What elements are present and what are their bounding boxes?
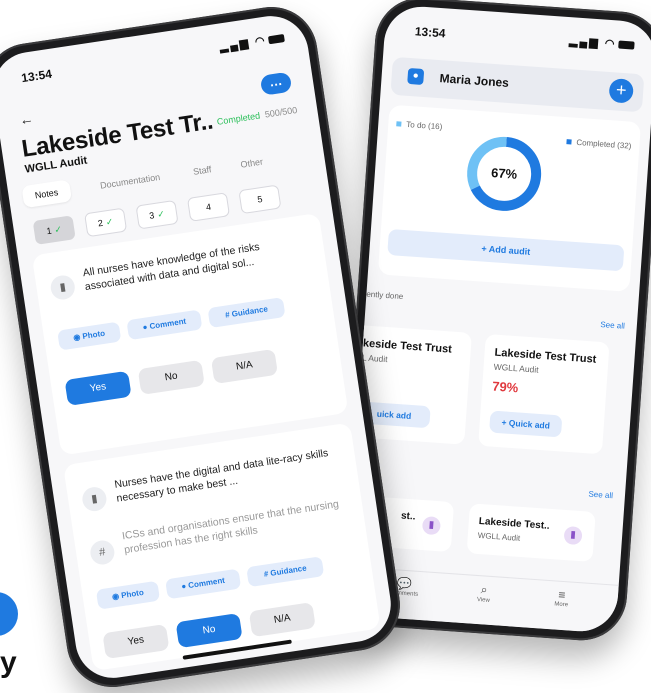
step-number: 1	[45, 225, 53, 237]
comment-label: Comment	[148, 316, 187, 331]
completed-label: Completed	[216, 110, 261, 127]
completed-count: 500/500	[264, 104, 298, 120]
audit-screen: 13:54 ▂▄▆ ◠ ← … Lakeside Test Tr.. Compl…	[0, 10, 396, 684]
question-text: Nurses have the digital and data lite-ra…	[113, 447, 329, 505]
completed-swatch	[566, 139, 572, 145]
completion-status: Completed 500/500	[216, 105, 298, 127]
progress-card: To do (16) Completed (32) 67% + Add audi…	[377, 104, 642, 292]
donut-center-label: 67%	[490, 164, 518, 182]
recent-card-subtitle: WGLL Audit	[493, 361, 539, 375]
tab-staff[interactable]: Staff	[192, 158, 213, 182]
comment-label: Comment	[187, 575, 226, 591]
guidance-button[interactable]: # Guidance	[207, 297, 286, 329]
question-card: ▮ Nurses have the digital and data lite-…	[63, 422, 381, 672]
nav-view-label: View	[476, 597, 490, 604]
clipboard-icon: ▮	[563, 525, 583, 546]
legend-completed-label: Completed (32)	[576, 137, 632, 151]
guidance-button[interactable]: # Guidance	[246, 556, 325, 588]
user-icon: ●	[407, 67, 425, 85]
step-2[interactable]: 2✓	[84, 207, 128, 238]
answer-no-button[interactable]: No	[175, 612, 243, 649]
user-name: Maria Jones	[439, 71, 510, 90]
step-number: 5	[256, 194, 264, 205]
legend-todo-label: To do (16)	[406, 119, 443, 132]
brand-logo-dot	[0, 592, 18, 636]
see-all-link[interactable]: See all	[600, 320, 625, 331]
signal-icon: ▂▄▆ ◠	[568, 35, 617, 51]
nav-more-label: More	[554, 601, 569, 609]
audit-card-subtitle: WGLL Audit	[477, 530, 521, 543]
question-card: ▮ All nurses have knowledge of the risks…	[31, 212, 349, 456]
answer-na-button[interactable]: N/A	[248, 602, 316, 638]
phone-left: 13:54 ▂▄▆ ◠ ← … Lakeside Test Tr.. Compl…	[0, 0, 407, 693]
step-4[interactable]: 4	[186, 192, 231, 222]
back-arrow-icon[interactable]: ←	[18, 110, 34, 128]
step-1[interactable]: 1✓	[32, 215, 76, 245]
clipboard-icon: ▮	[80, 485, 109, 513]
answer-yes-button[interactable]: Yes	[102, 623, 170, 660]
hash-icon: #	[88, 538, 117, 567]
photo-label: Photo	[81, 328, 106, 342]
add-audit-button[interactable]: + Add audit	[387, 228, 625, 272]
question-text: All nurses have knowledge of the risks a…	[82, 240, 261, 294]
tab-other[interactable]: Other	[239, 151, 265, 176]
signal-icon: ▂▄▆ ◠	[218, 34, 268, 54]
tab-documentation[interactable]: Documentation	[99, 166, 162, 197]
signal-wifi-battery-icons: ▂▄▆ ◠	[569, 34, 635, 52]
step-number: 2	[97, 217, 104, 229]
step-number: 4	[205, 201, 212, 213]
check-icon: ✓	[156, 208, 166, 220]
step-5[interactable]: 5	[238, 184, 282, 215]
audit-card-title: Lakeside Test..	[478, 515, 551, 532]
legend-completed: Completed (32)	[566, 137, 632, 151]
check-icon: ✓	[105, 216, 115, 228]
guidance-label: Guidance	[269, 563, 308, 578]
comment-button[interactable]: ● Comment	[165, 568, 242, 600]
clipboard-icon: ▮	[421, 516, 442, 536]
battery-icon	[618, 40, 635, 50]
see-all-link-2[interactable]: See all	[588, 490, 613, 501]
recently-done-heading: ently done	[366, 289, 404, 302]
photo-button[interactable]: ◉ Photo	[57, 321, 122, 351]
recent-card-percentage: 79%	[491, 378, 519, 396]
comment-button[interactable]: ● Comment	[126, 309, 203, 341]
check-icon: ✓	[53, 223, 63, 235]
more-options-button[interactable]: …	[259, 71, 293, 96]
recent-card-subtitle: L Audit	[361, 352, 388, 365]
guidance-text: ICSs and organisations ensure that the n…	[121, 498, 340, 557]
audit-card[interactable]: Lakeside Test.. WGLL Audit ▮	[466, 503, 596, 562]
answer-na-button[interactable]: N/A	[210, 348, 279, 385]
brand-letter: y	[0, 646, 17, 679]
photo-button[interactable]: ◉ Photo	[95, 580, 161, 610]
step-3[interactable]: 3✓	[135, 199, 179, 230]
status-time: 13:54	[20, 66, 53, 86]
step-number: 3	[148, 210, 156, 221]
tab-notes[interactable]: Notes	[21, 179, 72, 209]
answer-no-button[interactable]: No	[137, 359, 205, 395]
status-time: 13:54	[414, 24, 446, 41]
legend-todo: To do (16)	[396, 119, 443, 131]
quick-add-button[interactable]: + Quick add	[489, 410, 563, 438]
answer-yes-button[interactable]: Yes	[64, 370, 132, 406]
add-button[interactable]: +	[608, 78, 635, 104]
battery-icon	[267, 34, 285, 45]
audit-card-title: st..	[400, 510, 416, 523]
guidance-label: Guidance	[231, 304, 269, 319]
clipboard-icon: ▮	[49, 273, 77, 302]
nav-more[interactable]: ≡ More	[531, 586, 592, 610]
photo-label: Photo	[120, 587, 145, 601]
todo-swatch	[396, 121, 402, 127]
recent-card[interactable]: Lakeside Test Trust WGLL Audit 79% + Qui…	[478, 333, 610, 455]
nav-view[interactable]: ⌕ View	[453, 580, 514, 605]
signal-wifi-battery-icons: ▂▄▆ ◠	[219, 31, 286, 54]
page-title: Lakeside Test Tr..	[19, 107, 215, 163]
